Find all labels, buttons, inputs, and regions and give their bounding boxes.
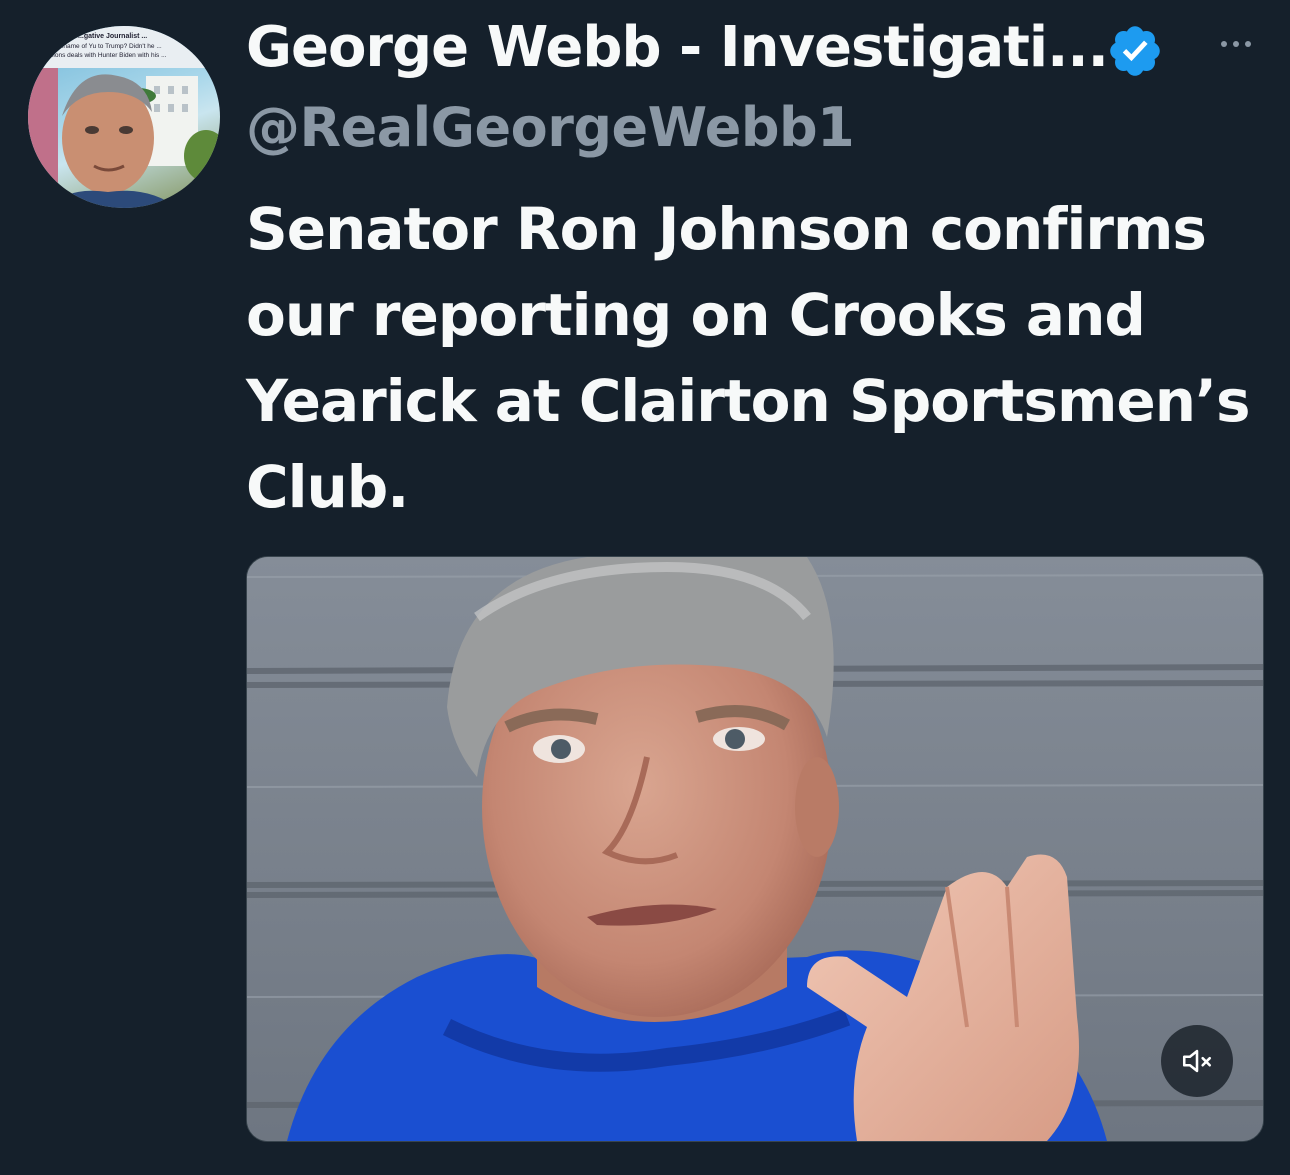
tweet-text-line: Yearick at Clairton Sportsmen’s [246,367,1251,435]
tweet: ...gative Journalist ... ...name of Yu t… [0,0,1290,1175]
author-avatar[interactable]: ...gative Journalist ... ...name of Yu t… [28,26,220,208]
avatar-caption-2: ...name of Yu to Trump? Didn't he ... [58,43,162,50]
verified-badge-icon[interactable] [1106,22,1164,80]
tweet-text: Senator Ron Johnson confirms our reporti… [246,186,1266,530]
more-dot [1233,41,1239,47]
tweet-text-line: Club. [246,453,409,521]
volume-muted-icon [1182,1049,1212,1073]
video-frame [247,557,1263,1141]
avatar-caption-1: ...gative Journalist ... [78,33,147,40]
more-options-icon[interactable] [1210,24,1262,64]
avatar-image: ...gative Journalist ... ...name of Yu t… [28,26,220,208]
mute-button[interactable] [1161,1025,1233,1097]
video-player[interactable] [246,556,1264,1142]
more-dot [1221,41,1227,47]
avatar-caption-3: ...ions deals with Hunter Biden with his… [48,52,167,59]
author-handle[interactable]: @RealGeorgeWebb1 [246,92,855,164]
author-name[interactable]: George Webb - Investigati... [246,12,1109,84]
tweet-text-line: our reporting on Crooks and [246,281,1146,349]
tweet-text-line: Senator Ron Johnson confirms [246,195,1207,263]
more-dot [1245,41,1251,47]
